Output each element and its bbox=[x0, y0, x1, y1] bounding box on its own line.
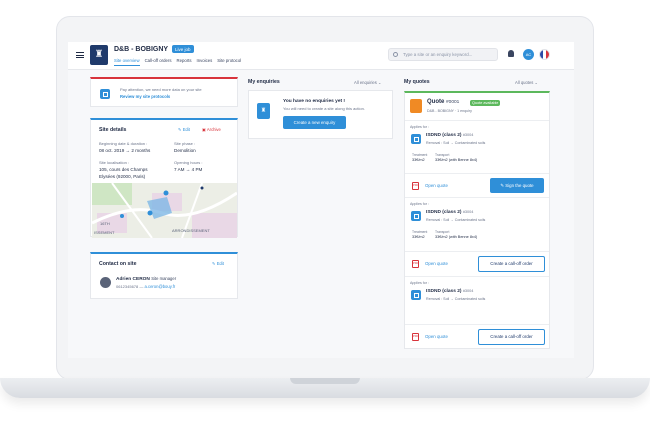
tab-invoices[interactable]: Invoices bbox=[197, 58, 213, 66]
site-name: D&B - BOBIGNY bbox=[114, 46, 169, 53]
quotes-filter[interactable]: All quotes ⌄ bbox=[515, 80, 538, 85]
begin-value: 08 oct. 2019 → 2 months bbox=[99, 148, 151, 153]
site-logo-icon: ♜ bbox=[90, 45, 108, 65]
map-district-label-3: ISSEMENT bbox=[94, 230, 115, 235]
quote-item-2: Applies for : ISDND (class 2) #3004 Remo… bbox=[405, 197, 549, 251]
site-map[interactable]: 16TH ARRONDISSEMENT ISSEMENT bbox=[92, 183, 237, 238]
transport-value: 33€/m2 (with Benne 8x4) bbox=[435, 158, 478, 162]
transport-label: Transport bbox=[435, 153, 450, 157]
search-placeholder: Type a site or an enquiry keyword... bbox=[403, 52, 473, 57]
create-call-off-order-button[interactable]: Create a call-off order bbox=[478, 256, 545, 272]
empty-enquiries-subtitle: You will need to create a site along thi… bbox=[283, 106, 365, 111]
hours-label: Opening hours : bbox=[174, 160, 203, 165]
location-value-line1: 105, cours des Champs bbox=[99, 167, 148, 172]
phase-value: Demolition bbox=[174, 148, 196, 153]
item-description: Removal : Soil → Contaminated soils bbox=[426, 141, 486, 145]
contact-avatar bbox=[100, 277, 111, 288]
language-flag-icon[interactable] bbox=[539, 49, 550, 60]
quote-available-badge: Quote available bbox=[470, 100, 501, 106]
site-tabs: Site overview Call-off orders Reports In… bbox=[114, 58, 241, 66]
laptop-notch bbox=[290, 378, 360, 384]
contact-title: Contact on site bbox=[99, 261, 137, 267]
item-name: ISDND (class 2) #3004 bbox=[426, 133, 474, 138]
pdf-icon: PDF bbox=[412, 333, 419, 341]
user-avatar[interactable]: AC bbox=[523, 49, 534, 60]
top-bar: ♜ D&B - BOBIGNY Live job Site overview C… bbox=[68, 42, 574, 70]
treatment-value: 33€/m2 bbox=[412, 235, 425, 239]
waste-type-icon bbox=[411, 211, 421, 221]
search-input[interactable]: Type a site or an enquiry keyword... bbox=[388, 48, 498, 61]
map-district-label-2: ARRONDISSEMENT bbox=[172, 228, 210, 233]
archive-site-button[interactable]: ▣ Archive bbox=[202, 127, 221, 132]
quote-subtitle: D&B - BOBIGNY · 1 enquiry bbox=[427, 109, 472, 113]
transport-value: 33€/m2 (with Benne 8x4) bbox=[435, 235, 478, 239]
enquiries-title: My enquiries bbox=[248, 79, 280, 85]
quote-item-3: Applies for : ISDND (class 2) #3004 Remo… bbox=[405, 276, 549, 324]
item-name: ISDND (class 2) #3004 bbox=[426, 210, 474, 215]
pdf-icon: PDF bbox=[412, 182, 419, 190]
treatment-label: Treatment bbox=[412, 153, 428, 157]
quotes-title: My quotes bbox=[404, 79, 430, 85]
contact-phone-email: 0612345678 — a.ceron@bouy.fr bbox=[116, 284, 176, 289]
applies-for-label: Applies for : bbox=[410, 202, 429, 206]
enquiries-filter[interactable]: All enquiries ⌄ bbox=[354, 80, 382, 85]
quote-item-1-actions: PDF Open quote ✎ Sign the quote bbox=[405, 173, 549, 197]
quote-item-3-actions: PDF Open quote Create a call-off order bbox=[405, 324, 549, 349]
location-label: Site localisation : bbox=[99, 160, 130, 165]
tab-site-protocol[interactable]: Site protocol bbox=[217, 58, 241, 66]
quote-title: Quote #0001 bbox=[427, 99, 460, 105]
begin-label: Beginning date & duration : bbox=[99, 141, 148, 146]
waste-type-icon bbox=[411, 134, 421, 144]
site-details-card: Site details ✎ Edit ▣ Archive Beginning … bbox=[90, 118, 238, 238]
waste-type-icon bbox=[411, 290, 421, 300]
sign-quote-button[interactable]: ✎ Sign the quote bbox=[490, 178, 544, 193]
app-screen: ♜ D&B - BOBIGNY Live job Site overview C… bbox=[68, 42, 574, 358]
open-quote-link[interactable]: Open quote bbox=[425, 334, 448, 339]
item-name: ISDND (class 2) #3004 bbox=[426, 289, 474, 294]
contact-name: Adrien CERON Site manager bbox=[116, 276, 177, 282]
map-district-label-1: 16TH bbox=[100, 221, 110, 226]
alert-message: Pay attention, we need more data on your… bbox=[120, 87, 202, 92]
tab-call-off-orders[interactable]: Call-off orders bbox=[145, 58, 172, 66]
treatment-value: 33€/m2 bbox=[412, 158, 425, 162]
create-call-off-order-button[interactable]: Create a call-off order bbox=[478, 329, 545, 345]
edit-site-button[interactable]: ✎ Edit bbox=[178, 127, 190, 132]
menu-icon[interactable] bbox=[76, 52, 84, 58]
item-description: Removal : Soil → Contaminated soils bbox=[426, 218, 486, 222]
open-quote-link[interactable]: Open quote bbox=[425, 261, 448, 266]
protocol-icon bbox=[100, 89, 110, 99]
site-details-title: Site details bbox=[99, 127, 127, 133]
create-enquiry-button[interactable]: Create a new enquiry bbox=[283, 116, 346, 129]
bell-icon[interactable] bbox=[508, 50, 514, 57]
empty-enquiries-title: You have no enquiries yet ! bbox=[283, 99, 346, 104]
tab-reports[interactable]: Reports bbox=[176, 58, 191, 66]
applies-for-label: Applies for : bbox=[410, 281, 429, 285]
enquiries-card: ♜ You have no enquiries yet ! You will n… bbox=[248, 90, 393, 139]
quote-item-2-actions: PDF Open quote Create a call-off order bbox=[405, 251, 549, 276]
live-job-badge: Live job bbox=[172, 45, 194, 53]
phase-label: Site phase : bbox=[174, 141, 196, 146]
open-quote-link[interactable]: Open quote bbox=[425, 183, 448, 188]
treatment-label: Treatment bbox=[412, 230, 428, 234]
transport-label: Transport bbox=[435, 230, 450, 234]
quote-file-icon bbox=[410, 99, 422, 113]
hours-value: 7 AM → 4 PM bbox=[174, 167, 203, 172]
applies-for-label: Applies for : bbox=[410, 125, 429, 129]
review-protocols-link[interactable]: Review my site protocols bbox=[120, 94, 170, 99]
alert-card: Pay attention, we need more data on your… bbox=[90, 77, 238, 107]
edit-contact-button[interactable]: ✎ Edit bbox=[212, 261, 224, 266]
enquiry-site-icon: ♜ bbox=[257, 103, 270, 119]
pdf-icon: PDF bbox=[412, 260, 419, 268]
contact-card: Contact on site ✎ Edit Adrien CERON Site… bbox=[90, 252, 238, 299]
item-description: Removal : Soil → Contaminated soils bbox=[426, 297, 486, 301]
contact-email-link[interactable]: a.ceron@bouy.fr bbox=[144, 284, 175, 289]
search-icon bbox=[393, 52, 398, 57]
location-value-line2: Elysées (92000, Paris) bbox=[99, 174, 146, 179]
quote-item-1: Applies for : ISDND (class 2) #3004 Remo… bbox=[405, 120, 549, 173]
quote-card: Quote #0001 Quote available D&B - BOBIGN… bbox=[404, 91, 550, 349]
tab-site-overview[interactable]: Site overview bbox=[114, 58, 140, 66]
